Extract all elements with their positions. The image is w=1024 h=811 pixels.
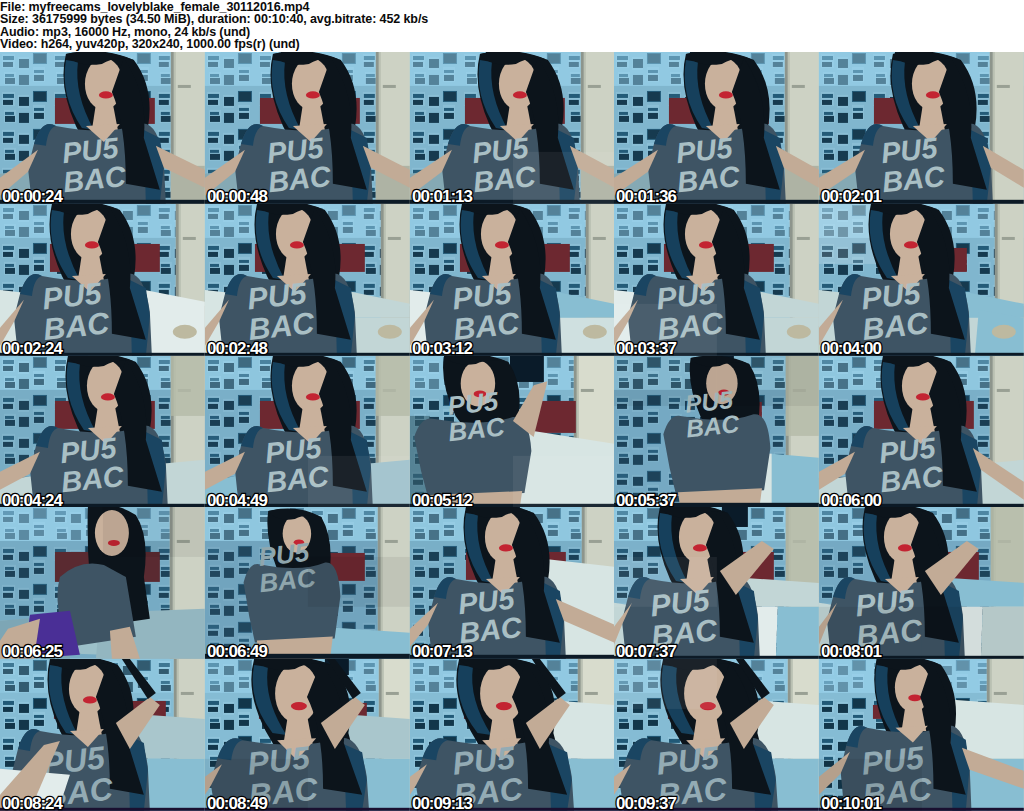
svg-text:BAC: BAC — [676, 160, 743, 198]
svg-text:BAC: BAC — [59, 459, 126, 497]
svg-text:00:08:01: 00:08:01 — [821, 642, 882, 659]
svg-text:00:03:12: 00:03:12 — [412, 339, 473, 356]
svg-text:00:03:37: 00:03:37 — [616, 339, 677, 356]
svg-text:BAC: BAC — [685, 410, 742, 443]
svg-text:00:08:49: 00:08:49 — [207, 794, 268, 811]
svg-text:00:06:25: 00:06:25 — [2, 642, 63, 659]
svg-text:BAC: BAC — [266, 160, 333, 198]
svg-text:00:04:24: 00:04:24 — [2, 490, 64, 507]
svg-text:00:02:24: 00:02:24 — [2, 339, 64, 356]
svg-text:00:02:48: 00:02:48 — [207, 339, 268, 356]
svg-text:BAC: BAC — [879, 459, 946, 497]
svg-text:00:07:13: 00:07:13 — [412, 642, 473, 659]
svg-text:00:08:24: 00:08:24 — [2, 794, 64, 811]
svg-text:00:00:48: 00:00:48 — [207, 187, 268, 204]
svg-text:00:05:12: 00:05:12 — [412, 490, 473, 507]
svg-text:00:05:37: 00:05:37 — [616, 490, 677, 507]
svg-text:00:04:00: 00:04:00 — [821, 339, 882, 356]
svg-text:BAC: BAC — [61, 160, 128, 198]
svg-text:00:06:49: 00:06:49 — [207, 642, 268, 659]
svg-text:00:00:24: 00:00:24 — [2, 187, 64, 204]
svg-text:00:06:00: 00:06:00 — [821, 490, 882, 507]
svg-text:00:10:01: 00:10:01 — [821, 794, 882, 811]
svg-text:00:09:13: 00:09:13 — [412, 794, 473, 811]
svg-text:BAC: BAC — [881, 160, 948, 198]
svg-text:00:07:37: 00:07:37 — [616, 642, 677, 659]
svg-text:00:04:49: 00:04:49 — [207, 490, 268, 507]
svg-text:00:01:36: 00:01:36 — [616, 187, 677, 204]
svg-text:00:02:01: 00:02:01 — [821, 187, 882, 204]
svg-text:00:09:37: 00:09:37 — [616, 794, 677, 811]
svg-text:00:01:13: 00:01:13 — [412, 187, 473, 204]
svg-text:BAC: BAC — [446, 411, 506, 447]
